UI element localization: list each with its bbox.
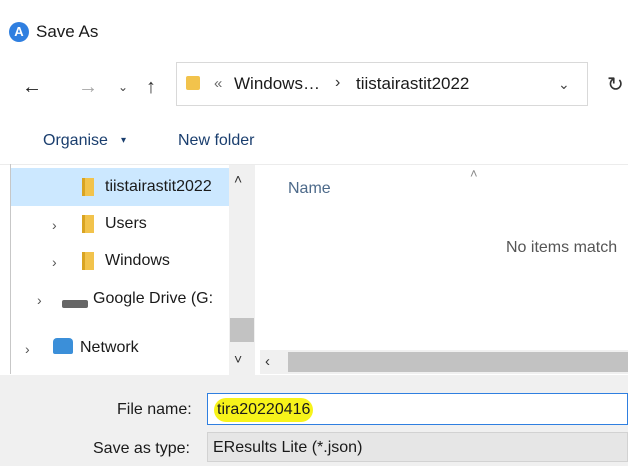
address-dropdown-icon[interactable]: ⌄ [558, 76, 570, 93]
scroll-up-icon[interactable]: ˄ [234, 171, 242, 187]
scroll-left-icon[interactable]: ‹ [265, 353, 270, 370]
horizontal-scrollbar-thumb[interactable] [288, 352, 628, 372]
nav-scrollbar[interactable] [229, 165, 255, 375]
expand-chevron-icon[interactable]: › [25, 341, 30, 357]
sort-indicator-icon: ˄ [470, 166, 478, 181]
nav-scrollbar-thumb[interactable] [230, 318, 254, 342]
refresh-icon[interactable]: ↻ [607, 72, 624, 97]
tree-item-windows[interactable]: Windows [105, 252, 170, 270]
save-as-type-label: Save as type: [93, 440, 190, 457]
expand-chevron-icon[interactable]: › [52, 254, 57, 270]
file-name-label: File name: [117, 401, 192, 418]
window-title: Save As [36, 22, 99, 41]
forward-arrow-icon[interactable]: → [78, 76, 98, 98]
column-header-name[interactable]: Name [288, 180, 331, 198]
file-name-value[interactable]: tira20220416 [214, 398, 314, 422]
back-arrow-icon[interactable]: ← [22, 76, 42, 98]
folder-icon [186, 76, 200, 90]
tree-item-network[interactable]: Network [80, 339, 139, 357]
folder-icon [82, 178, 94, 196]
drive-icon [62, 300, 88, 308]
recent-locations-chevron-icon[interactable]: ⌄ [118, 80, 128, 94]
expand-chevron-icon[interactable]: › [37, 292, 42, 308]
organise-button[interactable]: Organise [43, 132, 108, 150]
address-overflow-icon[interactable]: « [214, 75, 222, 92]
scroll-down-icon[interactable]: ˅ [234, 351, 242, 367]
up-arrow-icon[interactable]: ↑ [146, 76, 156, 98]
new-folder-button[interactable]: New folder [178, 132, 254, 150]
tree-item-google-drive[interactable]: Google Drive (G: [93, 290, 229, 308]
breadcrumb-windows[interactable]: Windows… [234, 74, 320, 94]
tree-item-tiistairastit2022[interactable]: tiistairastit2022 [105, 178, 212, 196]
app-icon: A [9, 22, 29, 42]
folder-icon [82, 215, 94, 233]
expand-chevron-icon[interactable]: › [52, 217, 57, 233]
tree-item-users[interactable]: Users [105, 215, 147, 233]
network-icon [53, 338, 73, 354]
save-as-type-value[interactable]: EResults Lite (*.json) [213, 439, 362, 457]
organise-caret-icon[interactable]: ▾ [121, 135, 126, 146]
folder-icon [82, 252, 94, 270]
breadcrumb-tiistairastit2022[interactable]: tiistairastit2022 [356, 74, 469, 94]
breadcrumb-separator-icon[interactable]: › [335, 74, 340, 92]
empty-list-message: No items match [506, 239, 618, 256]
